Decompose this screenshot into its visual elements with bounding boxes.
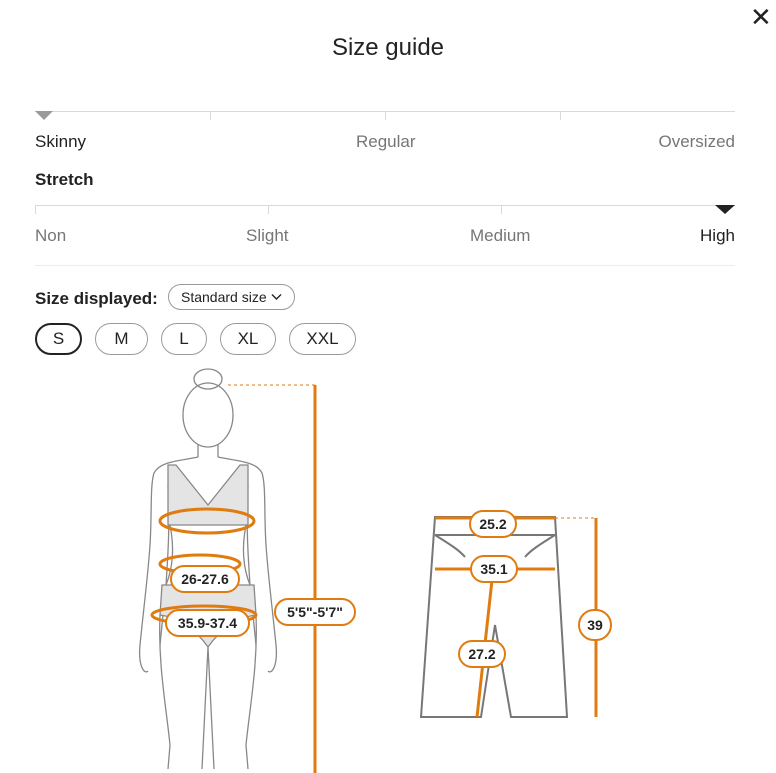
stretch-label-non: Non	[35, 226, 67, 245]
triangle-marker-icon	[715, 205, 735, 214]
stretch-label-slight: Slight	[246, 226, 289, 245]
shorts-inseam-label: 27.2	[458, 640, 506, 668]
fit-label-skinny: Skinny	[35, 132, 87, 151]
size-chip-xl[interactable]: XL	[220, 323, 276, 355]
fit-label-oversized: Oversized	[658, 132, 735, 151]
shorts-hips-label: 35.1	[470, 555, 518, 583]
stretch-scale-line	[35, 205, 735, 206]
height-measure-label: 5'5"-5'7"	[274, 598, 356, 626]
stretch-label-high: High	[700, 226, 735, 245]
shorts-waist-label: 25.2	[469, 510, 517, 538]
stretch-title: Stretch	[35, 170, 94, 189]
fit-scale: Skinny Regular Oversized	[35, 110, 735, 155]
triangle-marker-icon	[35, 111, 53, 120]
size-standard-dropdown[interactable]: Standard size	[168, 284, 295, 310]
fit-scale-tick	[385, 111, 386, 120]
dropdown-value: Standard size	[181, 289, 267, 305]
hips-measure-label: 35.9-37.4	[165, 609, 250, 637]
stretch-scale-tick	[501, 205, 502, 214]
chevron-down-icon	[271, 294, 282, 300]
size-chip-xxl[interactable]: XXL	[289, 323, 356, 355]
stretch-scale-tick	[35, 205, 36, 214]
fit-scale-tick	[210, 111, 211, 120]
section-divider	[35, 265, 735, 266]
pocket-right	[524, 534, 556, 558]
modal-title: Size guide	[331, 34, 445, 61]
size-displayed-label: Size displayed:	[35, 289, 158, 308]
size-chip-s[interactable]: S	[35, 323, 82, 355]
stretch-scale-tick	[268, 205, 269, 214]
size-chip-m[interactable]: M	[95, 323, 148, 355]
stretch-scale: Non Slight Medium High	[35, 204, 735, 249]
stretch-label-medium: Medium	[470, 226, 531, 245]
fit-label-regular: Regular	[356, 132, 416, 151]
pocket-left	[434, 534, 466, 558]
shorts-outline	[419, 516, 569, 718]
fit-scale-tick	[560, 111, 561, 120]
bust-measure-ring	[158, 507, 256, 535]
size-chip-l[interactable]: L	[161, 323, 207, 355]
close-icon[interactable]: ✕	[750, 2, 776, 32]
waist-measure-label: 26-27.6	[170, 565, 240, 593]
shorts-length-label: 39	[578, 609, 612, 641]
